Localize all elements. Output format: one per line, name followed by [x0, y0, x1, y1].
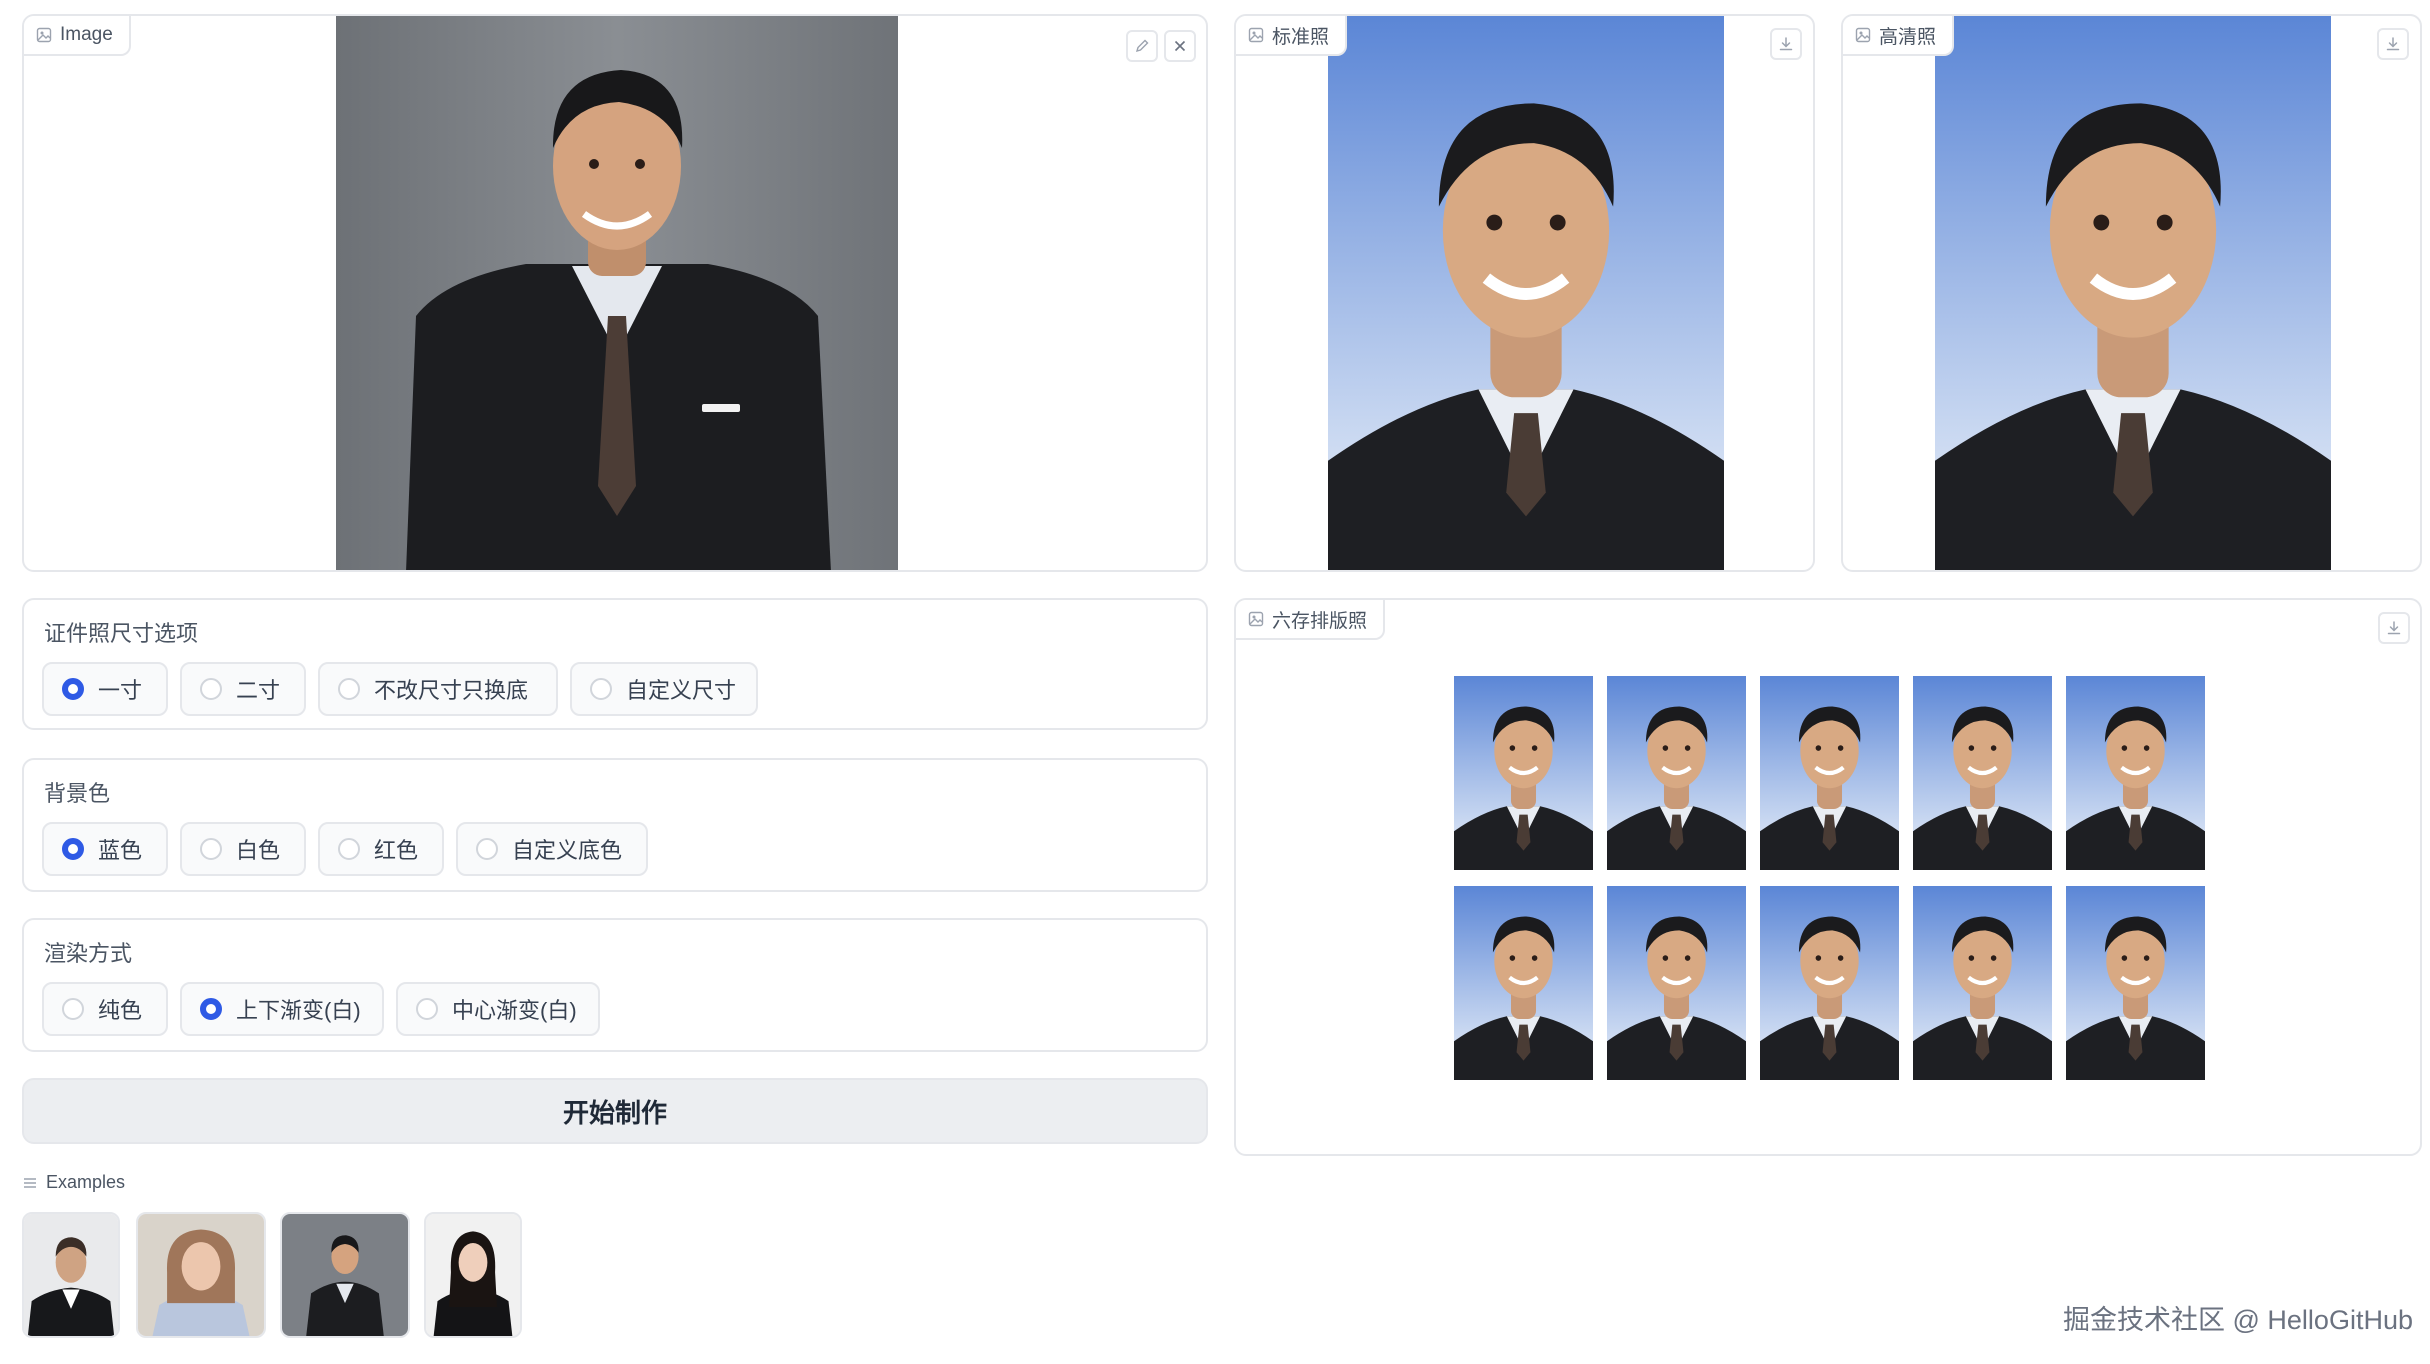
radio-bg-red[interactable]: 红色 — [318, 822, 444, 876]
input-photo — [336, 16, 898, 570]
layout-photo-label: 六存排版照 — [1272, 610, 1368, 632]
pencil-icon — [1135, 39, 1149, 53]
radio-dot — [590, 678, 612, 700]
radio-render-solid[interactable]: 纯色 — [42, 982, 168, 1036]
radio-label: 中心渐变(白) — [452, 998, 577, 1023]
watermark: 掘金技术社区 @ HelloGitHub — [2063, 1305, 2413, 1335]
examples-label: Examples — [46, 1172, 126, 1192]
layout-grid-photo — [1454, 676, 1593, 870]
layout-grid-photo — [1913, 886, 2052, 1080]
radio-label: 一寸 — [98, 678, 143, 703]
layout-grid-photo — [1454, 886, 1593, 1080]
radio-dot — [338, 678, 360, 700]
layout-grid-photo — [1760, 676, 1899, 870]
layout-grid-photo — [1607, 676, 1746, 870]
radio-label: 自定义底色 — [512, 838, 623, 863]
layout-photo-panel: 六存排版照 — [1234, 598, 2422, 1156]
render-mode-group: 渲染方式 纯色 上下渐变(白) 中心渐变(白) — [22, 918, 1208, 1052]
radio-size-custom[interactable]: 自定义尺寸 — [570, 662, 758, 716]
radio-label: 白色 — [236, 838, 281, 863]
radio-bg-custom[interactable]: 自定义底色 — [456, 822, 648, 876]
close-icon — [1174, 40, 1186, 52]
input-image-label-tag: Image — [24, 16, 131, 56]
radio-label: 二寸 — [236, 678, 281, 703]
standard-photo-label-tag: 标准照 — [1236, 16, 1348, 56]
example-thumbnail[interactable] — [280, 1212, 410, 1338]
radio-dot-selected — [62, 838, 84, 860]
example-thumbnail[interactable] — [22, 1212, 120, 1338]
radio-dot-selected — [200, 998, 222, 1020]
size-options-title: 证件照尺寸选项 — [44, 621, 199, 646]
radio-size-1inch[interactable]: 一寸 — [42, 662, 168, 716]
radio-dot-selected — [62, 678, 84, 700]
standard-photo-panel: 标准照 — [1234, 14, 1815, 572]
input-image-label: Image — [60, 24, 113, 45]
background-color-title: 背景色 — [44, 781, 111, 806]
render-mode-title: 渲染方式 — [44, 941, 133, 966]
hd-photo-label: 高清照 — [1879, 26, 1937, 48]
download-standard-button[interactable] — [1770, 28, 1802, 60]
examples-header: Examples — [22, 1172, 125, 1193]
download-icon — [1778, 36, 1794, 52]
radio-label: 上下渐变(白) — [236, 998, 361, 1023]
example-thumbnail[interactable] — [136, 1212, 266, 1338]
radio-label: 纯色 — [98, 998, 143, 1023]
radio-bg-white[interactable]: 白色 — [180, 822, 306, 876]
radio-label: 自定义尺寸 — [626, 678, 737, 703]
radio-dot — [476, 838, 498, 860]
radio-bg-blue[interactable]: 蓝色 — [42, 822, 168, 876]
radio-render-vertical-gradient[interactable]: 上下渐变(白) — [180, 982, 384, 1036]
image-icon — [36, 27, 52, 43]
download-hd-button[interactable] — [2377, 28, 2409, 60]
size-options-group: 证件照尺寸选项 一寸 二寸 不改尺寸只换底 自定义尺寸 — [22, 598, 1208, 730]
background-color-group: 背景色 蓝色 白色 红色 自定义底色 — [22, 758, 1208, 892]
image-icon — [1855, 27, 1871, 43]
layout-grid-photo — [2066, 886, 2205, 1080]
input-image-panel[interactable]: Image — [22, 14, 1208, 572]
radio-size-keep-original[interactable]: 不改尺寸只换底 — [318, 662, 558, 716]
standard-photo-label: 标准照 — [1272, 26, 1330, 48]
download-icon — [2386, 620, 2402, 636]
radio-label: 红色 — [374, 838, 419, 863]
image-icon — [1248, 611, 1264, 627]
radio-dot — [200, 678, 222, 700]
radio-dot — [200, 838, 222, 860]
radio-dot — [338, 838, 360, 860]
image-icon — [1248, 27, 1264, 43]
layout-photo-label-tag: 六存排版照 — [1236, 600, 1386, 640]
hd-photo — [1935, 16, 2331, 572]
radio-label: 蓝色 — [98, 838, 143, 863]
edit-button[interactable] — [1126, 30, 1158, 62]
radio-dot — [416, 998, 438, 1020]
layout-grid-photo — [2066, 676, 2205, 870]
download-layout-button[interactable] — [2378, 612, 2410, 644]
hd-photo-label-tag: 高清照 — [1843, 16, 1955, 56]
example-thumbnail[interactable] — [424, 1212, 522, 1338]
hd-photo-panel: 高清照 — [1841, 14, 2422, 572]
radio-label: 不改尺寸只换底 — [374, 678, 529, 703]
layout-grid-photo — [1913, 676, 2052, 870]
download-icon — [2385, 36, 2401, 52]
radio-size-2inch[interactable]: 二寸 — [180, 662, 306, 716]
radio-dot — [62, 998, 84, 1020]
clear-image-button[interactable] — [1164, 30, 1196, 62]
standard-photo — [1328, 16, 1724, 572]
radio-render-center-gradient[interactable]: 中心渐变(白) — [396, 982, 600, 1036]
start-button[interactable]: 开始制作 — [22, 1078, 1208, 1144]
layout-grid-photo — [1760, 886, 1899, 1080]
layout-grid-photo — [1607, 886, 1746, 1080]
list-icon — [24, 1177, 36, 1188]
